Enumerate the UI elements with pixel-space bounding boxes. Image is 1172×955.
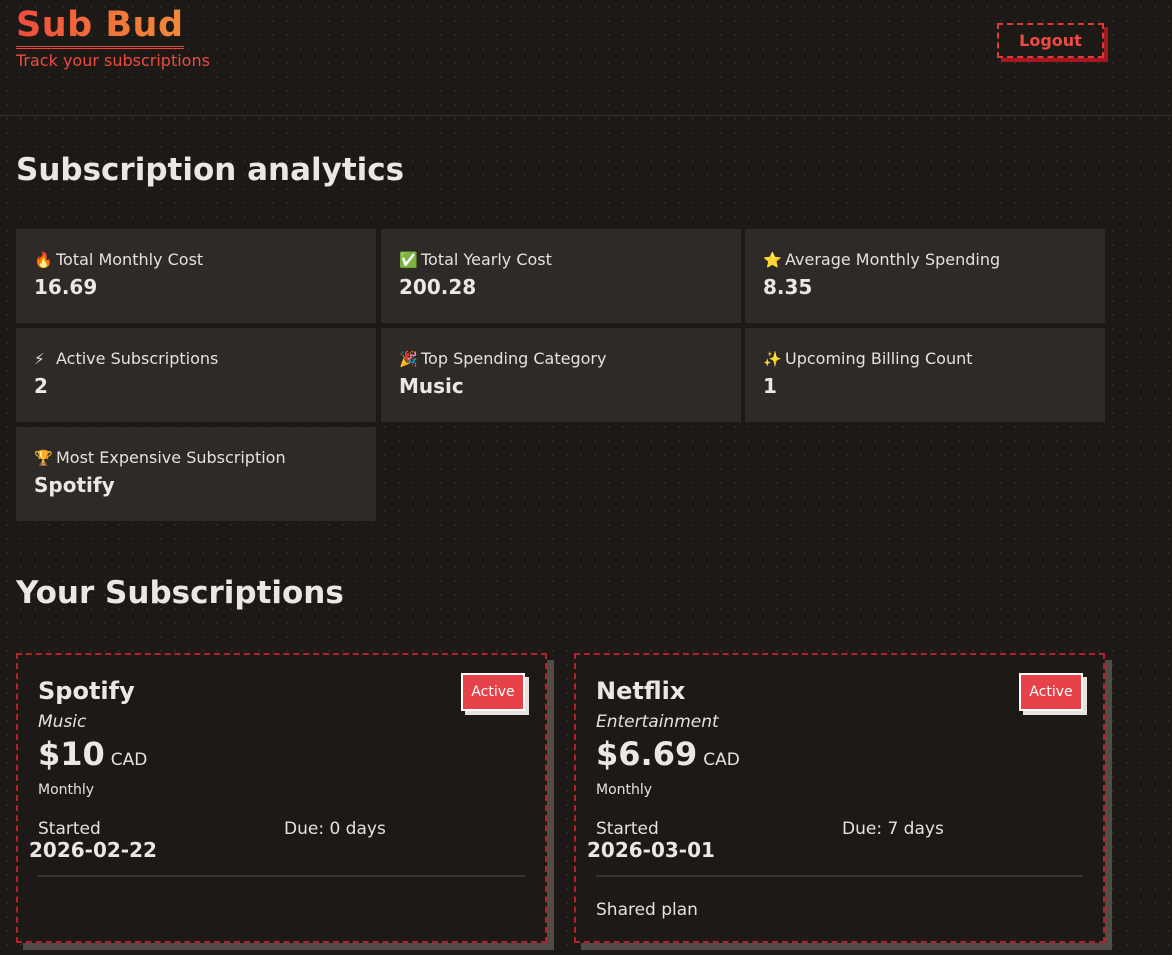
due-text: Due: 7 days [842, 819, 944, 839]
billing-cycle: Monthly [38, 782, 95, 798]
billing-cycle: Monthly [596, 782, 653, 798]
subscription-name: Spotify [38, 677, 135, 705]
subscription-card-spotify[interactable]: Spotify Music $10 CAD Monthly Active Star… [16, 653, 547, 943]
stat-label: Most Expensive Subscription [56, 448, 286, 467]
stat-card-most-expensive-subscription: 🏆 Most Expensive Subscription Spotify [16, 427, 376, 521]
subscription-note: Shared plan [596, 900, 698, 920]
subscription-currency: CAD [703, 750, 740, 770]
app-title: Sub Bud [16, 4, 184, 49]
stat-value: Spotify [34, 473, 115, 497]
subscription-price: $10 [38, 735, 105, 773]
stat-card-top-spending-category: 🎉 Top Spending Category Music [381, 328, 741, 422]
stat-card-active-subscriptions: ⚡ Active Subscriptions 2 [16, 328, 376, 422]
fire-icon: 🔥 [34, 251, 53, 269]
started-date: 2026-02-22 [29, 838, 157, 862]
stat-value: 200.28 [399, 275, 477, 299]
stat-label: Total Yearly Cost [421, 250, 552, 269]
stat-value: 1 [763, 374, 777, 398]
status-badge: Active [1019, 673, 1083, 711]
started-date: 2026-03-01 [587, 838, 715, 862]
stat-label: Upcoming Billing Count [785, 349, 973, 368]
app-subtitle: Track your subscriptions [16, 51, 210, 70]
sparkles-icon: ✨ [763, 350, 782, 368]
status-badge: Active [461, 673, 525, 711]
subscription-currency: CAD [110, 750, 148, 770]
subscription-category: Music [38, 712, 87, 732]
subscription-name: Netflix [596, 677, 686, 705]
stat-value: 8.35 [763, 275, 813, 299]
stat-card-total-monthly-cost: 🔥 Total Monthly Cost 16.69 [16, 229, 376, 323]
stat-label: Average Monthly Spending [785, 250, 1001, 269]
card-divider [38, 875, 525, 877]
started-label: Started [596, 819, 659, 839]
trophy-icon: 🏆 [34, 449, 53, 467]
due-text: Due: 0 days [284, 819, 386, 839]
brand: Sub Bud Track your subscriptions [16, 4, 210, 71]
stat-value: 16.69 [34, 275, 98, 299]
subscriptions-heading: Your Subscriptions [16, 575, 344, 611]
logout-button[interactable]: Logout [997, 23, 1104, 58]
stat-value: 2 [34, 374, 48, 398]
stat-card-average-monthly-spending: ⭐ Average Monthly Spending 8.35 [745, 229, 1105, 323]
stat-card-upcoming-billing-count: ✨ Upcoming Billing Count 1 [745, 328, 1105, 422]
stat-label: Total Monthly Cost [56, 250, 204, 269]
subscription-price: $6.69 [596, 735, 698, 773]
stat-card-total-yearly-cost: ✅ Total Yearly Cost 200.28 [381, 229, 741, 323]
stat-label: Top Spending Category [421, 349, 607, 368]
lightning-icon: ⚡ [34, 350, 45, 368]
subscription-card-netflix[interactable]: Netflix Entertainment $6.69 CAD Monthly A… [574, 653, 1105, 943]
card-divider [596, 875, 1083, 877]
analytics-heading: Subscription analytics [16, 152, 405, 188]
subscription-category: Entertainment [596, 712, 719, 732]
app-header: Sub Bud Track your subscriptions Logout [0, 0, 1172, 116]
stat-value: Music [399, 374, 464, 398]
party-popper-icon: 🎉 [399, 350, 418, 368]
stat-label: Active Subscriptions [56, 349, 219, 368]
star-icon: ⭐ [763, 251, 782, 269]
started-label: Started [38, 819, 101, 839]
check-icon: ✅ [399, 251, 418, 269]
